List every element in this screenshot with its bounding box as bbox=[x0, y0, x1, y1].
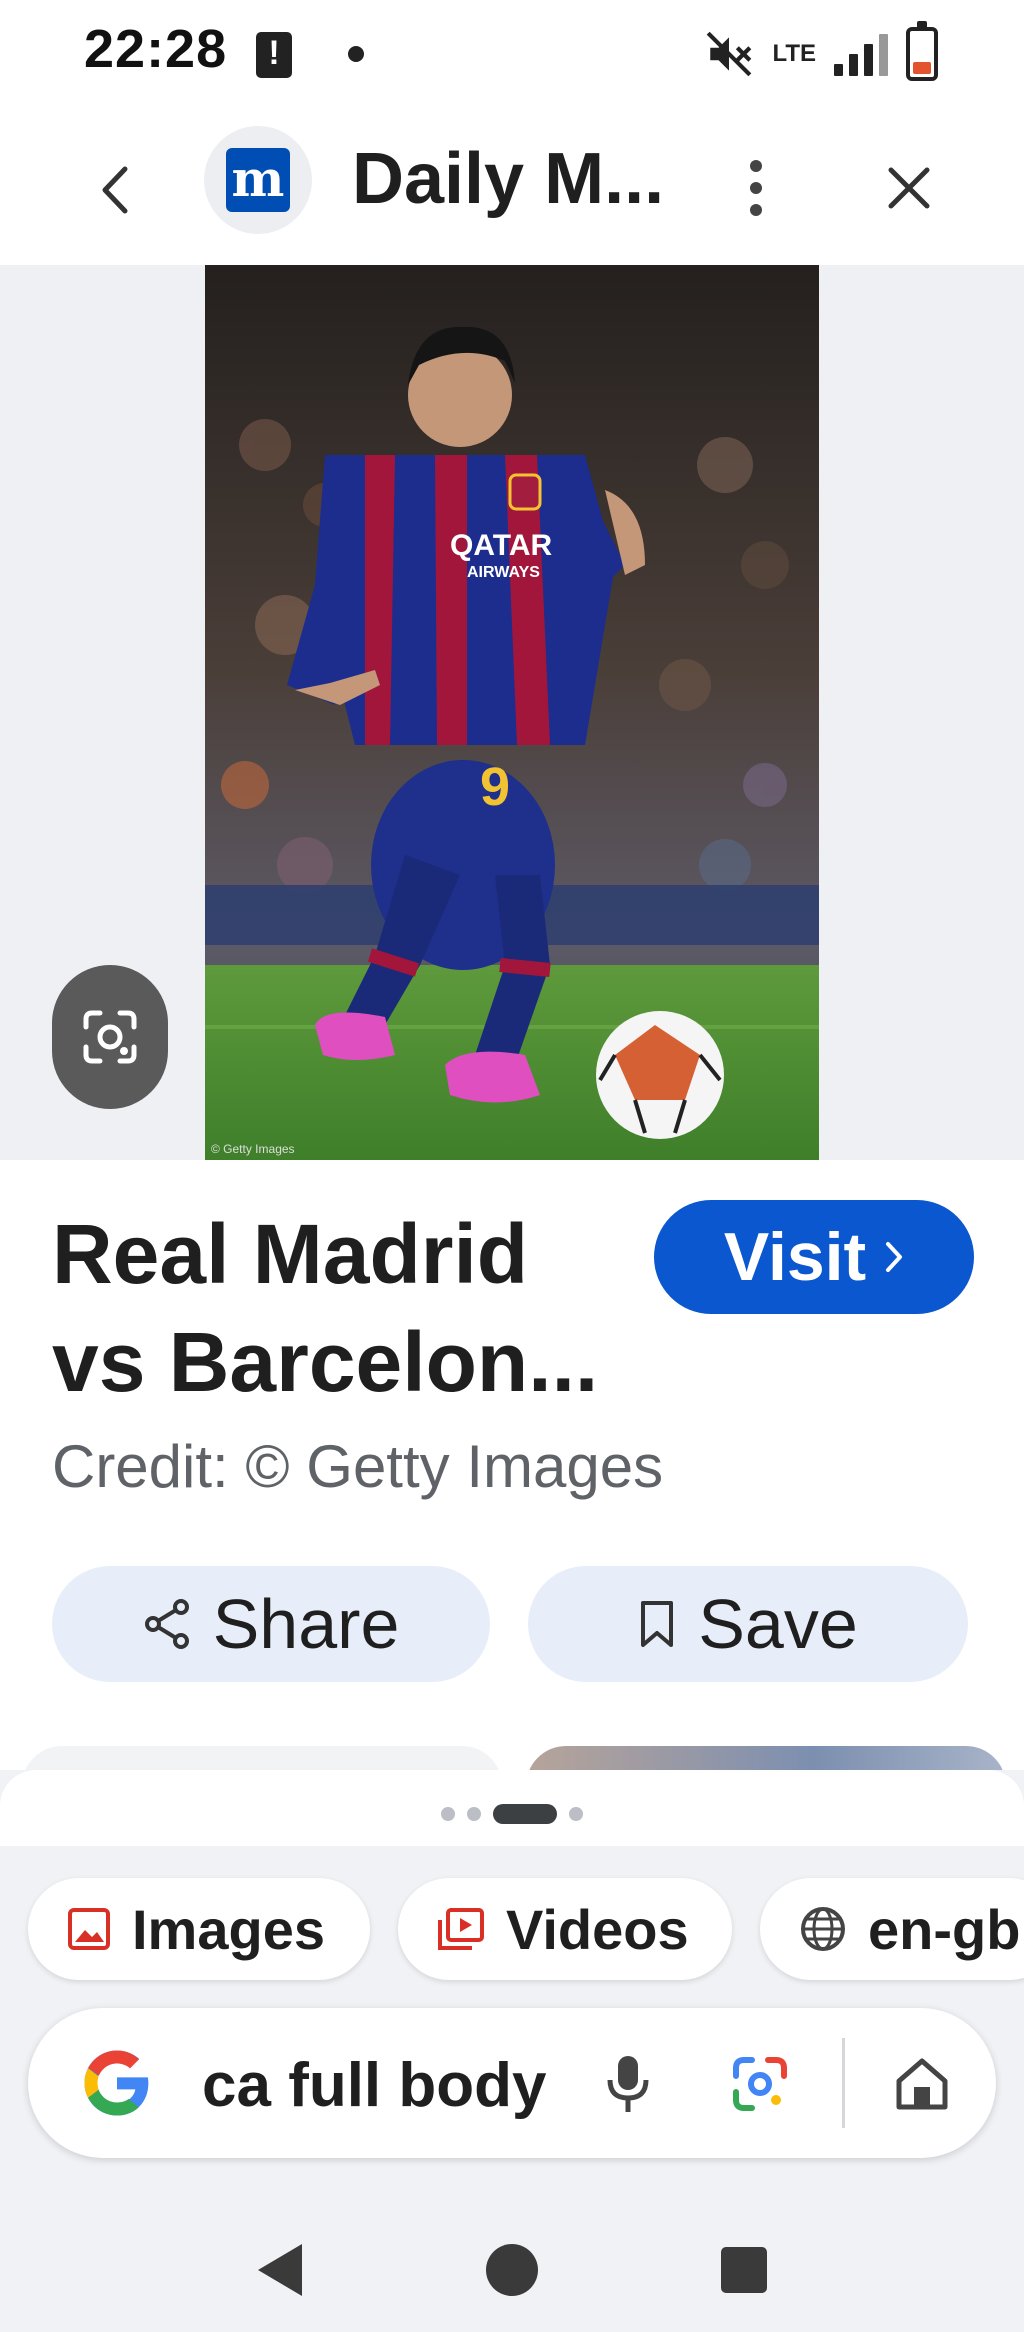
globe-icon bbox=[801, 1907, 845, 1951]
screen: 22:28 LTE m Daily M... bbox=[0, 0, 1024, 2332]
network-type: LTE bbox=[772, 40, 816, 67]
page-dot bbox=[569, 1807, 583, 1821]
search-bar-divider bbox=[842, 2038, 845, 2128]
site-logo-mark: m bbox=[226, 148, 290, 212]
menu-dot bbox=[750, 204, 762, 216]
triangle-back-icon bbox=[258, 2244, 302, 2296]
google-g-icon bbox=[84, 2050, 149, 2116]
home-button[interactable] bbox=[874, 2038, 970, 2130]
visit-button[interactable]: Visit bbox=[654, 1200, 974, 1314]
video-icon bbox=[438, 1908, 484, 1950]
mute-icon bbox=[707, 31, 752, 77]
site-logo[interactable]: m bbox=[204, 126, 312, 234]
svg-text:9: 9 bbox=[480, 757, 510, 817]
save-button[interactable]: Save bbox=[528, 1566, 968, 1682]
bookmark-icon bbox=[641, 1601, 674, 1647]
notification-dot-icon bbox=[348, 46, 364, 62]
filter-chip-videos[interactable]: Videos bbox=[398, 1878, 732, 1980]
microphone-icon bbox=[607, 2056, 649, 2112]
system-navigation-bar bbox=[0, 2202, 1024, 2332]
google-lens-icon bbox=[83, 1010, 137, 1064]
nav-home-button[interactable] bbox=[472, 2230, 552, 2310]
svg-text:QATAR: QATAR bbox=[450, 529, 553, 562]
google-lens-icon bbox=[733, 2057, 787, 2111]
square-recents-icon bbox=[721, 2247, 767, 2293]
image-credit: Credit: © Getty Images bbox=[52, 1433, 664, 1500]
football-player-photo: QATAR AIRWAYS 9 © Getty Images bbox=[205, 265, 819, 1160]
image-preview-area: QATAR AIRWAYS 9 © Getty Images bbox=[0, 265, 1024, 1160]
battery-icon bbox=[906, 21, 938, 81]
filter-chip-label: en-gb bbox=[868, 1897, 1021, 1961]
share-label: Share bbox=[212, 1585, 400, 1663]
search-query[interactable]: ca full body bbox=[202, 2050, 562, 2121]
status-bar: 22:28 LTE bbox=[0, 0, 1024, 110]
search-bar[interactable]: ca full body bbox=[28, 2008, 996, 2158]
more-options-button[interactable] bbox=[726, 140, 786, 236]
share-icon bbox=[144, 1599, 189, 1649]
filter-chip-language[interactable]: en-gb bbox=[760, 1878, 1024, 1980]
app-header: m Daily M... bbox=[0, 110, 1024, 265]
save-label: Save bbox=[698, 1585, 858, 1663]
svg-text:AIRWAYS: AIRWAYS bbox=[467, 564, 540, 581]
svg-text:© Getty Images: © Getty Images bbox=[211, 1142, 295, 1156]
page-dot-active bbox=[493, 1804, 557, 1824]
signal-strength-icon bbox=[834, 32, 888, 76]
menu-dot bbox=[750, 182, 762, 194]
chevron-left-icon bbox=[102, 166, 128, 214]
filter-chip-label: Images bbox=[132, 1897, 325, 1961]
result-title[interactable]: Real Madrid vs Barcelon... bbox=[52, 1200, 612, 1416]
circle-home-icon bbox=[486, 2244, 538, 2296]
google-lens-button[interactable] bbox=[718, 2042, 802, 2126]
nav-recents-button[interactable] bbox=[704, 2230, 784, 2310]
close-button[interactable] bbox=[874, 148, 944, 228]
nav-back-button[interactable] bbox=[240, 2230, 320, 2310]
home-icon bbox=[896, 2058, 948, 2110]
filter-chip-label: Videos bbox=[506, 1897, 689, 1961]
site-title[interactable]: Daily M... bbox=[352, 138, 664, 220]
carousel-page-indicator bbox=[0, 1804, 1024, 1824]
filter-chip-images[interactable]: Images bbox=[28, 1878, 370, 1980]
sheet-handle-area[interactable] bbox=[0, 1770, 1024, 1846]
result-image[interactable]: QATAR AIRWAYS 9 © Getty Images bbox=[205, 265, 819, 1160]
status-time: 22:28 bbox=[84, 19, 228, 79]
chevron-right-icon bbox=[886, 1242, 903, 1272]
image-icon bbox=[68, 1908, 110, 1950]
bottom-search-sheet: Images Videos en-gb ca full body bbox=[0, 1770, 1024, 2332]
battery-alert-icon bbox=[256, 32, 292, 78]
page-dot bbox=[441, 1807, 455, 1821]
back-button[interactable] bbox=[82, 150, 146, 230]
menu-dot bbox=[750, 160, 762, 172]
close-icon bbox=[888, 167, 930, 209]
share-button[interactable]: Share bbox=[52, 1566, 490, 1682]
visual-search-button[interactable] bbox=[52, 965, 168, 1109]
page-dot bbox=[467, 1807, 481, 1821]
visit-button-label: Visit bbox=[723, 1219, 867, 1295]
status-indicators: LTE bbox=[704, 21, 938, 84]
voice-search-button[interactable] bbox=[588, 2042, 668, 2126]
